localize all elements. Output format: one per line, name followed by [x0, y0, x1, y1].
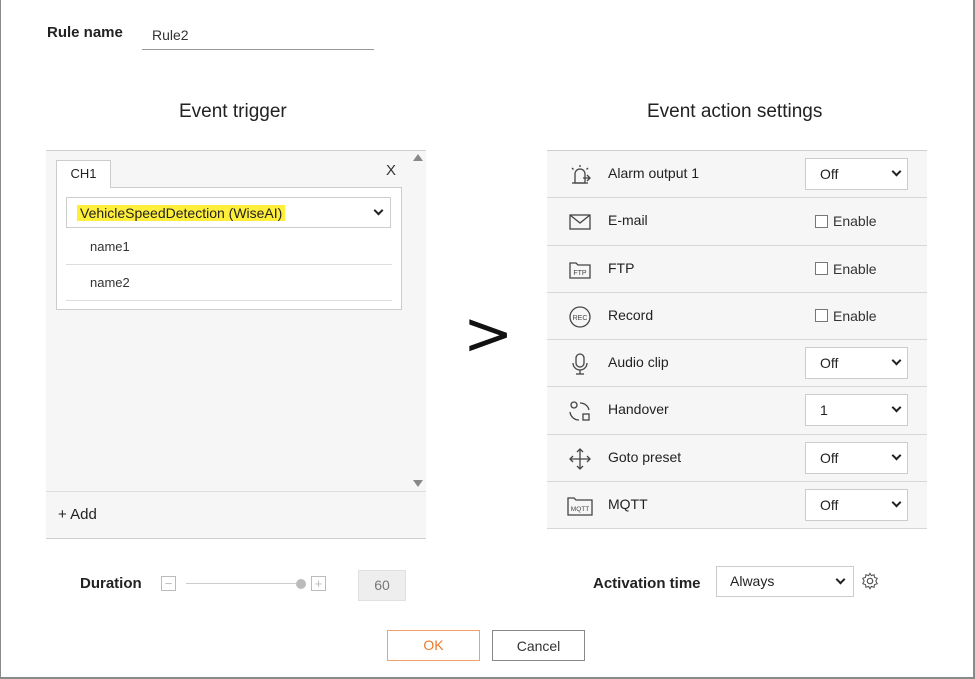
duration-value-field[interactable]: 60	[358, 570, 406, 601]
duration-decrease-button[interactable]: −	[161, 576, 176, 591]
svg-text:FTP: FTP	[573, 270, 587, 277]
action-row-alarm-output: Alarm output 1 Off	[547, 151, 927, 199]
event-action-list: Alarm output 1 Off E-mail Enable FTP FTP…	[547, 150, 927, 530]
action-label: Goto preset	[608, 448, 682, 465]
chevron-down-icon	[891, 403, 902, 413]
flow-arrow-icon: >	[463, 299, 514, 369]
handover-select[interactable]: 1	[805, 394, 908, 427]
action-row-email: E-mail Enable	[547, 198, 927, 246]
action-label: Handover	[608, 401, 669, 418]
checkbox[interactable]	[815, 262, 828, 276]
action-label: Audio clip	[608, 354, 669, 371]
add-trigger-button[interactable]: + Add	[46, 491, 426, 539]
list-item[interactable]: name2	[66, 265, 392, 301]
event-trigger-title: Event trigger	[179, 101, 287, 122]
activation-time-select[interactable]: Always	[716, 566, 854, 597]
handover-icon	[569, 401, 590, 422]
move-arrows-icon	[569, 447, 591, 470]
close-channel-button[interactable]: X	[386, 162, 396, 179]
action-row-goto-preset: Goto preset Off	[547, 434, 927, 483]
event-action-title: Event action settings	[647, 101, 823, 122]
ftp-icon: FTP	[569, 261, 591, 279]
rec-icon: REC	[569, 306, 591, 328]
goto-preset-select[interactable]: Off	[805, 441, 908, 474]
action-row-audio-clip: Audio clip Off	[547, 340, 927, 388]
checkbox-label: Enable	[833, 307, 877, 324]
scroll-up-arrow-icon[interactable]	[413, 154, 423, 161]
rule-name-label: Rule name	[47, 24, 123, 41]
action-label: E-mail	[608, 212, 648, 229]
action-row-handover: Handover 1	[547, 387, 927, 435]
rule-name-input[interactable]	[142, 20, 374, 50]
checkbox-label: Enable	[833, 213, 877, 230]
envelope-icon	[569, 214, 591, 230]
action-row-mqtt: MQTT MQTT Off	[547, 482, 927, 530]
event-type-select[interactable]: VehicleSpeedDetection (WiseAI)	[66, 197, 391, 228]
chevron-down-icon	[891, 355, 902, 366]
list-item[interactable]: name1	[66, 229, 392, 265]
email-enable-checkbox[interactable]: Enable	[815, 213, 877, 229]
ok-button[interactable]: OK	[387, 630, 480, 661]
select-value: Off	[820, 497, 839, 514]
checkbox[interactable]	[815, 309, 828, 323]
select-value: Off	[820, 166, 839, 182]
chevron-down-icon	[891, 450, 902, 461]
record-enable-checkbox[interactable]: Enable	[815, 308, 877, 324]
audio-clip-select[interactable]: Off	[805, 347, 908, 380]
chevron-down-icon	[891, 166, 902, 177]
checkbox[interactable]	[815, 214, 828, 228]
svg-text:REC: REC	[573, 315, 588, 322]
ftp-enable-checkbox[interactable]: Enable	[815, 261, 877, 277]
mqtt-select[interactable]: Off	[805, 489, 908, 522]
duration-slider-handle[interactable]	[296, 579, 306, 589]
action-label: MQTT	[608, 496, 648, 513]
action-label: Record	[608, 306, 654, 323]
alarm-output-select[interactable]: Off	[805, 158, 908, 190]
duration-slider-track[interactable]	[186, 583, 303, 584]
select-value: Off	[820, 355, 839, 372]
action-row-ftp: FTP FTP Enable	[547, 245, 927, 293]
chevron-down-icon	[373, 205, 384, 216]
duration-label: Duration	[80, 575, 142, 592]
select-value: Off	[820, 449, 839, 466]
checkbox-label: Enable	[833, 260, 877, 277]
svg-text:MQTT: MQTT	[571, 506, 589, 513]
cancel-button[interactable]: Cancel	[492, 630, 585, 661]
gear-icon[interactable]	[861, 572, 879, 590]
chevron-down-icon	[835, 574, 846, 585]
mqtt-icon: MQTT	[567, 497, 593, 516]
select-value: Always	[730, 573, 775, 589]
duration-increase-button[interactable]: +	[311, 576, 326, 591]
action-label: FTP	[608, 259, 635, 276]
chevron-down-icon	[891, 497, 902, 508]
scroll-down-arrow-icon[interactable]	[413, 480, 423, 487]
microphone-icon	[572, 353, 588, 375]
event-type-value: VehicleSpeedDetection (WiseAI)	[77, 205, 286, 221]
action-label: Alarm output 1	[608, 165, 700, 181]
activation-time-label: Activation time	[593, 575, 701, 592]
action-row-record: REC Record Enable	[547, 292, 927, 341]
alarm-output-icon	[571, 165, 591, 184]
tab-ch1[interactable]: CH1	[56, 160, 111, 188]
select-value: 1	[820, 402, 828, 419]
